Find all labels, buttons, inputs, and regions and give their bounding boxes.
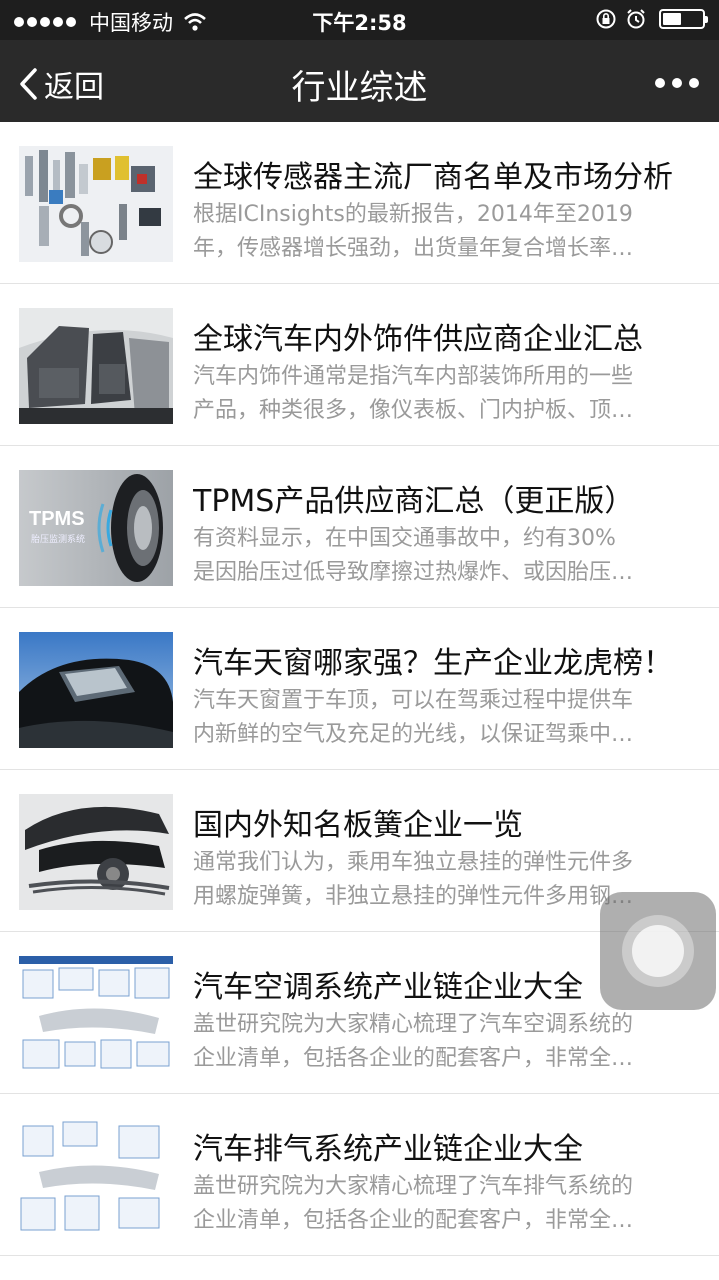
article-desc-line: 盖世研究院为大家精心梳理了汽车排气系统的: [193, 1174, 634, 1199]
status-right: [587, 8, 708, 30]
page-title: 行业综述: [291, 68, 428, 108]
leaf-spring-thumbnail: [19, 794, 173, 910]
article-title: 全球汽车内外饰件供应商企业汇总: [193, 322, 643, 357]
article-desc-line: 企业清单，包括各企业的配套客户，非常全…: [193, 1208, 634, 1233]
list-item[interactable]: 全球汽车内外饰件供应商企业汇总 汽车内饰件通常是指汽车内部装饰所用的一些 产品，…: [0, 284, 719, 446]
assistive-touch-core: [632, 925, 684, 977]
battery-icon: [659, 9, 708, 29]
battery-fill: [663, 13, 681, 25]
article-desc-line: 是因胎压过低导致摩擦过热爆炸、或因胎压…: [193, 560, 634, 585]
alarm-icon: [627, 9, 645, 29]
list-item[interactable]: TPMS 胎压监测系统 TPMS产品供应商汇总（更正版） 有资料显示，在中国交通…: [0, 446, 719, 608]
article-list: 全球传感器主流厂商名单及市场分析 根据ICInsights的最新报告，2014年…: [0, 122, 719, 1256]
sunroof-thumbnail: [19, 632, 173, 748]
article-desc-line: 产品，种类很多，像仪表板、门内护板、顶…: [193, 398, 634, 423]
article-desc-line: 年，传感器增长强劲，出货量年复合增长率…: [193, 236, 634, 261]
tpms-tire-thumbnail: TPMS 胎压监测系统: [19, 470, 173, 586]
tpms-thumb-subtext: 胎压监测系统: [31, 535, 86, 545]
status-bar: 中国移动 下午2:58: [0, 0, 719, 40]
article-desc: 汽车内饰件通常是指汽车内部装饰所用的一些 产品，种类很多，像仪表板、门内护板、顶…: [193, 360, 693, 428]
list-item[interactable]: 汽车排气系统产业链企业大全 盖世研究院为大家精心梳理了汽车排气系统的 企业清单，…: [0, 1094, 719, 1256]
article-desc: 有资料显示，在中国交通事故中，约有30% 是因胎压过低导致摩擦过热爆炸、或因胎压…: [193, 522, 693, 590]
article-desc: 盖世研究院为大家精心梳理了汽车空调系统的 企业清单，包括各企业的配套客户，非常全…: [193, 1008, 693, 1076]
article-desc-line: 有资料显示，在中国交通事故中，约有30%: [193, 526, 616, 551]
nav-bar: 返回 行业综述: [0, 40, 719, 122]
article-title: 全球传感器主流厂商名单及市场分析: [193, 160, 673, 195]
article-title: TPMS产品供应商汇总（更正版）: [193, 484, 635, 519]
article-desc-line: 汽车天窗置于车顶，可以在驾乘过程中提供车: [193, 688, 634, 713]
article-desc: 汽车天窗置于车顶，可以在驾乘过程中提供车 内新鲜的空气及充足的光线，以保证驾乘中…: [193, 684, 693, 752]
article-desc-line: 企业清单，包括各企业的配套客户，非常全…: [193, 1046, 634, 1071]
article-desc-line: 内新鲜的空气及充足的光线，以保证驾乘中…: [193, 722, 634, 747]
orientation-lock-icon: [596, 9, 616, 29]
tpms-thumb-text: TPMS: [29, 508, 85, 530]
article-title: 汽车天窗哪家强？生产企业龙虎榜！: [193, 646, 673, 681]
ac-system-diagram-thumbnail: [19, 956, 173, 1072]
article-desc: 根据ICInsights的最新报告，2014年至2019 年，传感器增长强劲，出…: [193, 198, 693, 266]
more-dots-icon[interactable]: [648, 78, 699, 88]
article-desc-line: 汽车内饰件通常是指汽车内部装饰所用的一些: [193, 364, 634, 389]
article-desc-line: 根据ICInsights的最新报告，2014年至2019: [193, 202, 633, 227]
list-item[interactable]: 汽车天窗哪家强？生产企业龙虎榜！ 汽车天窗置于车顶，可以在驾乘过程中提供车 内新…: [0, 608, 719, 770]
article-desc-line: 通常我们认为，乘用车独立悬挂的弹性元件多: [193, 850, 634, 875]
assistive-touch-icon[interactable]: [600, 892, 716, 1010]
list-item[interactable]: 全球传感器主流厂商名单及市场分析 根据ICInsights的最新报告，2014年…: [0, 122, 719, 284]
sensors-thumbnail: [19, 146, 173, 262]
exhaust-system-diagram-thumbnail: [19, 1118, 173, 1234]
article-desc-line: 盖世研究院为大家精心梳理了汽车空调系统的: [193, 1012, 634, 1037]
article-desc: 盖世研究院为大家精心梳理了汽车排气系统的 企业清单，包括各企业的配套客户，非常全…: [193, 1170, 693, 1238]
article-title: 汽车排气系统产业链企业大全: [193, 1132, 583, 1167]
car-interior-thumbnail: [19, 308, 173, 424]
article-title: 国内外知名板簧企业一览: [193, 808, 523, 843]
